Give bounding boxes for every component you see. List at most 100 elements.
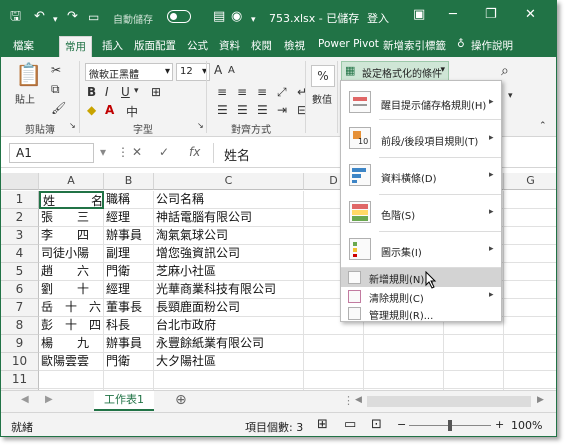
tab-file[interactable]: 檔案 (13, 38, 34, 53)
table-cell[interactable] (304, 353, 364, 371)
cut-icon[interactable]: ✂ (51, 63, 61, 77)
row-header[interactable]: 4 (1, 245, 39, 263)
table-cell[interactable] (504, 317, 556, 335)
paste-qa-icon[interactable]: ▤ (213, 9, 225, 25)
horizontal-scrollbar[interactable] (367, 396, 531, 407)
bold-button[interactable]: B (87, 85, 96, 99)
table-cell[interactable]: 歐陽雲雲 (39, 353, 104, 371)
table-cell[interactable] (504, 371, 556, 389)
table-cell[interactable] (304, 371, 364, 389)
row-header[interactable]: 1 (1, 191, 39, 209)
zoom-level[interactable]: 100% (511, 419, 542, 432)
tab-home[interactable]: 常用 (59, 36, 92, 57)
table-cell[interactable] (504, 191, 556, 209)
zoom-out-button[interactable]: − (397, 418, 406, 431)
save-icon[interactable]: 🖫 (10, 9, 21, 25)
align-middle-icon[interactable]: ≡ (237, 85, 247, 99)
table-cell[interactable] (504, 299, 556, 317)
table-cell[interactable] (504, 353, 556, 371)
collapse-ribbon-icon[interactable]: ⌃ (539, 121, 547, 131)
row-header[interactable]: 2 (1, 209, 39, 227)
font-color-icon[interactable]: A (105, 103, 114, 117)
enter-icon[interactable]: ✓ (159, 145, 169, 159)
next-sheet-icon[interactable]: ▶ (45, 394, 53, 405)
row-header[interactable]: 10 (1, 353, 39, 371)
table-cell[interactable]: 光華商業科技有限公司 (154, 281, 304, 299)
table-cell[interactable] (504, 281, 556, 299)
align-left-icon[interactable]: ☰ (217, 103, 228, 117)
table-cell[interactable]: 李 四 (39, 227, 104, 245)
ribbon-display-icon[interactable]: ▣ (413, 7, 425, 22)
align-top-icon[interactable]: ≡ (217, 85, 227, 99)
copy-icon[interactable]: ⧉ (51, 82, 60, 97)
align-center-icon[interactable]: ☰ (237, 103, 248, 117)
table-cell[interactable]: 科長 (104, 317, 154, 335)
new-file-icon[interactable]: ▭ (88, 9, 99, 25)
editing-dropdown-icon[interactable]: ▾ (508, 91, 513, 101)
phonetic-icon[interactable]: 中 (126, 103, 138, 120)
font-size-select[interactable]: 12 ▾ (176, 63, 210, 81)
sheet-tab-1[interactable]: 工作表1 (94, 391, 154, 411)
align-bottom-icon[interactable]: ≡ (257, 85, 267, 99)
tab-review[interactable]: 校閱 (251, 38, 272, 53)
table-cell[interactable]: 趙 六 (39, 263, 104, 281)
hscroll-options-icon[interactable]: ⋮ (343, 394, 354, 407)
menu-item-highlight-cells[interactable]: 醒目提示儲存格規則(H) ▸ (341, 87, 501, 117)
borders-icon[interactable]: ⊞ (151, 85, 161, 99)
percent-icon[interactable]: % (311, 65, 335, 87)
table-cell[interactable] (154, 371, 304, 389)
menu-item-icon-sets[interactable]: 圖示集(I) ▸ (341, 234, 501, 266)
camera-icon[interactable]: ◉ (231, 9, 242, 25)
font-name-select[interactable]: 微軟正黑體 ▾ (85, 63, 173, 81)
redo-icon[interactable]: ↷ (67, 9, 78, 25)
tab-data[interactable]: 資料 (219, 38, 240, 53)
tab-view[interactable]: 檢視 (284, 38, 305, 53)
table-cell[interactable]: 淘氣氣球公司 (154, 227, 304, 245)
table-cell[interactable] (504, 263, 556, 281)
undo-icon[interactable]: ↶ (34, 9, 45, 25)
table-cell[interactable]: 辦事員 (104, 335, 154, 353)
table-cell[interactable] (444, 353, 504, 371)
zoom-in-button[interactable]: + (495, 418, 504, 431)
table-cell[interactable] (364, 371, 444, 389)
insert-function-icon[interactable]: fx (189, 145, 200, 159)
paste-button[interactable]: 貼上 (15, 91, 35, 106)
table-cell[interactable]: 增您強資訊公司 (154, 245, 304, 263)
menu-item-manage-rules[interactable]: 管理規則(R)... (341, 305, 501, 322)
font-launcher-icon[interactable]: ↘ (197, 121, 204, 130)
table-cell[interactable]: 大夕陽社區 (154, 353, 304, 371)
table-cell[interactable] (444, 371, 504, 389)
row-header[interactable]: 6 (1, 281, 39, 299)
name-box[interactable]: A1 (9, 143, 94, 163)
row-header[interactable]: 7 (1, 299, 39, 317)
table-cell[interactable] (364, 335, 444, 353)
number-format-button[interactable]: 數值 (312, 91, 332, 106)
col-header-c[interactable]: C (154, 173, 304, 190)
customize-qa-icon[interactable]: ▾ (251, 12, 256, 28)
orientation-icon[interactable]: ⤢ (277, 85, 287, 100)
table-cell[interactable]: 門衛 (104, 353, 154, 371)
tab-page-layout[interactable]: 版面配置 (134, 38, 176, 53)
normal-view-icon[interactable]: ⊞ (317, 417, 328, 432)
menu-item-clear-rules[interactable]: 清除規則(C) ▸ (341, 288, 501, 305)
table-cell[interactable]: 芝麻小社區 (154, 263, 304, 281)
indent-icon[interactable]: ⇥ (277, 103, 287, 117)
format-painter-icon[interactable]: 🖌 (51, 101, 66, 115)
table-cell[interactable] (104, 371, 154, 389)
table-cell[interactable]: 彭 十 四 (39, 317, 104, 335)
tab-insert[interactable]: 插入 (102, 38, 123, 53)
table-cell[interactable]: 董事長 (104, 299, 154, 317)
underline-button[interactable]: U (121, 85, 130, 99)
table-cell[interactable]: 辦事員 (104, 227, 154, 245)
menu-item-top-bottom[interactable]: 10 前段/後段項目規則(T) ▸ (341, 123, 501, 155)
tab-custom[interactable]: 新增索引標籤 (383, 38, 446, 53)
select-all-corner[interactable] (1, 173, 39, 190)
hscroll-right-icon[interactable]: ▶ (537, 395, 544, 405)
table-cell[interactable]: 經理 (104, 209, 154, 227)
zoom-slider-thumb[interactable] (448, 420, 452, 431)
formula-options-icon[interactable]: ⋮ (117, 145, 129, 159)
underline-dropdown-icon[interactable]: ▾ (134, 86, 139, 96)
page-layout-view-icon[interactable]: ▭ (344, 417, 356, 432)
row-header[interactable]: 9 (1, 335, 39, 353)
page-break-view-icon[interactable]: ⊡ (371, 417, 382, 432)
